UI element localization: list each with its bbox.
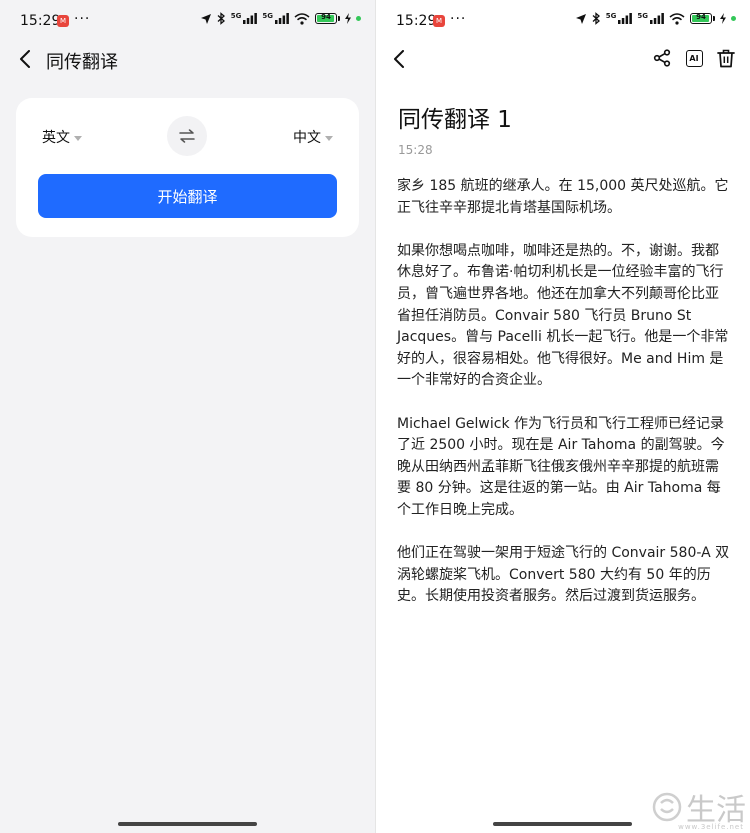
status-bar: 15:29 M ··· 5G 5G 94 xyxy=(376,0,750,44)
notification-badge: M xyxy=(433,15,445,27)
wifi-icon xyxy=(294,12,310,25)
translation-result-screen: 15:29 M ··· 5G 5G 94 AI 同传翻译 1 15:28 家乡 … xyxy=(376,0,750,833)
share-button[interactable] xyxy=(652,47,672,69)
caret-down-icon xyxy=(325,135,333,141)
ai-button[interactable]: AI xyxy=(684,47,704,69)
target-language-label: 中文 xyxy=(293,130,321,146)
status-time: 15:29 xyxy=(396,13,437,29)
paragraph: Michael Gelwick 作为飞行员和飞行工程师已经记录了近 2500 小… xyxy=(397,415,725,518)
target-language-selector[interactable]: 中文 xyxy=(293,127,333,147)
status-icons: 5G 5G 94 xyxy=(200,12,361,25)
chevron-left-icon xyxy=(20,50,30,68)
translate-setup-screen: 15:29 M ··· 5G 5G 94 同传翻译 英文 中文 开始翻译 xyxy=(0,0,375,833)
signal-icon-1 xyxy=(618,13,633,24)
watermark: 生活 www.3elife.net xyxy=(651,785,746,831)
network-type-1: 5G xyxy=(230,12,242,20)
wifi-icon xyxy=(669,12,685,25)
privacy-dot xyxy=(731,16,736,21)
network-type-2: 5G xyxy=(637,12,648,20)
document-title: 同传翻译 1 xyxy=(398,107,512,133)
status-bar: 15:29 M ··· 5G 5G 94 xyxy=(0,0,375,44)
swap-arrows-icon xyxy=(179,129,195,143)
more-notifications: ··· xyxy=(450,11,467,27)
translation-content: 家乡 185 航班的继承人。在 15,000 英尺处巡航。它正飞往辛辛那提北肯塔… xyxy=(397,176,731,629)
caret-down-icon xyxy=(74,135,82,141)
screens: 15:29 M ··· 5G 5G 94 同传翻译 英文 中文 开始翻译 15:… xyxy=(0,0,750,833)
bluetooth-icon xyxy=(217,12,225,25)
delete-button[interactable] xyxy=(716,47,736,69)
paragraph: 如果你想喝点咖啡，咖啡还是热的。不，谢谢。我都休息好了。布鲁诺·帕切利机长是一位… xyxy=(397,242,729,389)
header-actions: AI xyxy=(652,47,736,69)
page-header: 同传翻译 xyxy=(0,40,375,80)
paragraph: 他们正在驾驶一架用于短途飞行的 Convair 580-A 双涡轮螺旋桨飞机。C… xyxy=(397,545,730,605)
bluetooth-icon xyxy=(592,12,600,25)
charging-icon xyxy=(345,13,351,24)
notification-badge: M xyxy=(57,15,69,27)
chevron-left-icon xyxy=(394,50,404,68)
ai-icon: AI xyxy=(685,49,703,67)
location-icon xyxy=(575,13,586,24)
more-notifications: ··· xyxy=(74,11,91,27)
share-icon xyxy=(653,49,671,67)
document-time: 15:28 xyxy=(398,143,433,157)
home-indicator[interactable] xyxy=(493,822,632,826)
battery-indicator: 94 xyxy=(690,13,715,24)
swap-languages-button[interactable] xyxy=(167,116,207,156)
source-language-selector[interactable]: 英文 xyxy=(42,127,82,147)
battery-level: 94 xyxy=(321,13,331,21)
source-language-label: 英文 xyxy=(42,130,70,146)
page-header: AI xyxy=(376,40,750,80)
watermark-url: www.3elife.net xyxy=(678,823,744,831)
signal-icon-2 xyxy=(275,13,289,24)
watermark-logo-icon xyxy=(652,792,682,822)
page-title: 同传翻译 xyxy=(46,52,118,73)
back-button[interactable] xyxy=(11,45,39,73)
status-time: 15:29 xyxy=(20,13,61,29)
signal-icon-2 xyxy=(650,13,664,24)
battery-indicator: 94 xyxy=(315,13,340,24)
signal-icon-1 xyxy=(243,13,258,24)
translate-card: 英文 中文 开始翻译 xyxy=(16,98,359,237)
status-icons: 5G 5G 94 xyxy=(575,12,736,25)
privacy-dot xyxy=(356,16,361,21)
trash-icon xyxy=(717,49,735,67)
start-translate-button[interactable]: 开始翻译 xyxy=(38,174,337,218)
location-icon xyxy=(200,13,211,24)
battery-level: 94 xyxy=(696,13,706,21)
network-type-2: 5G xyxy=(262,12,273,20)
home-indicator[interactable] xyxy=(118,822,257,826)
network-type-1: 5G xyxy=(605,12,617,20)
charging-icon xyxy=(720,13,726,24)
back-button[interactable] xyxy=(385,45,413,73)
paragraph: 家乡 185 航班的继承人。在 15,000 英尺处巡航。它正飞往辛辛那提北肯塔… xyxy=(397,178,729,216)
